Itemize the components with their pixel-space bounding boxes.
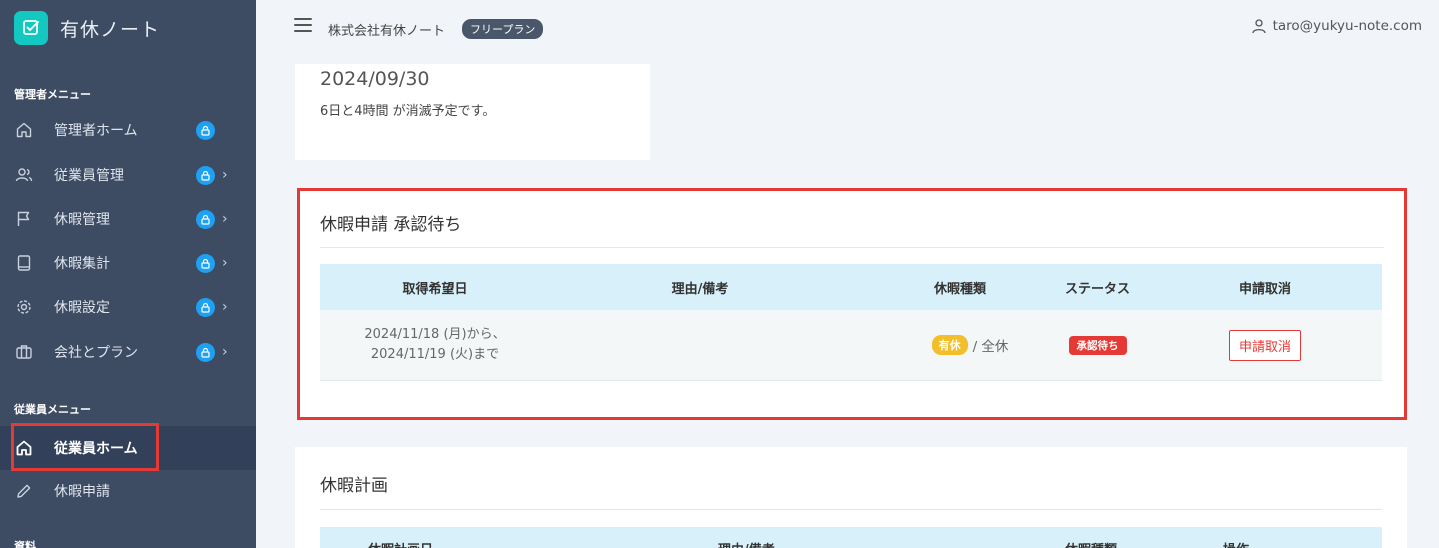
chevron-right-icon: › <box>222 211 228 227</box>
column-header: 休暇計画日 <box>368 539 433 548</box>
request-date-cell: 2024/11/18 (月)から、 2024/11/19 (火)まで <box>320 310 550 380</box>
home-icon <box>14 438 34 458</box>
sidebar-item-admin-home[interactable]: 管理者ホーム <box>0 108 256 152</box>
gear-icon <box>14 297 34 317</box>
column-header: 操作 <box>1223 539 1249 548</box>
pencil-icon <box>14 481 34 501</box>
admin-menu-label: 管理者メニュー <box>14 88 91 101</box>
date-to: 2024/11/19 (火)まで <box>370 347 500 362</box>
leave-type-text: / 全休 <box>972 339 1009 355</box>
user-icon <box>1251 19 1266 34</box>
sidebar-item-label: 休暇設定 <box>54 300 110 316</box>
column-header: 理由/備考 <box>671 281 729 297</box>
chevron-right-icon: › <box>222 344 228 360</box>
column-header: 申請取消 <box>1238 281 1291 297</box>
leave-type-badge: 有休 <box>931 335 968 355</box>
home-icon <box>14 120 34 140</box>
pending-approval-card: 休暇申請 承認待ち 取得希望日 理由/備考 休暇種類 ステータス 申請取消 20… <box>297 188 1407 420</box>
sidebar-item-label: 会社とプラン <box>54 345 138 361</box>
column-header: 休暇種類 <box>933 281 986 297</box>
sidebar-item-company-plan[interactable]: 会社とプラン › <box>0 330 256 374</box>
sidebar-item-leave-summary[interactable]: 休暇集計 › <box>0 241 256 285</box>
chevron-right-icon: › <box>222 255 228 271</box>
briefcase-icon <box>14 342 34 362</box>
plan-badge: フリープラン <box>462 19 544 39</box>
sidebar-item-leave-management[interactable]: 休暇管理 › <box>0 197 256 241</box>
sidebar-item-label: 休暇管理 <box>54 212 110 228</box>
column-header: 取得希望日 <box>402 281 468 297</box>
table-row: 2024/11/18 (月)から、 2024/11/19 (火)まで 有休 / … <box>320 310 1382 381</box>
sidebar-item-leave-settings[interactable]: 休暇設定 › <box>0 285 256 329</box>
chevron-right-icon: › <box>222 167 228 183</box>
employee-menu-label: 従業員メニュー <box>14 403 91 416</box>
lock-icon <box>196 342 215 362</box>
book-icon <box>14 253 34 273</box>
checkbox-logo-icon <box>14 11 48 45</box>
lock-icon <box>196 209 215 229</box>
lock-icon <box>196 253 215 273</box>
lock-icon <box>196 297 215 317</box>
flag-icon <box>14 209 34 229</box>
lock-icon <box>196 120 215 140</box>
cancel-request-button[interactable]: 申請取消 <box>1228 329 1301 361</box>
sidebar-item-employee-management[interactable]: 従業員管理 › <box>0 153 256 197</box>
topbar: 株式会社有休ノート フリープラン taro@yukyu-note.com <box>256 0 1439 60</box>
user-email: taro@yukyu-note.com <box>1272 18 1422 34</box>
divider <box>320 509 1382 510</box>
sidebar-item-label: 休暇申請 <box>54 484 110 500</box>
plan-table-header: 休暇計画日 理由/備考 休暇種類 操作 <box>320 527 1382 548</box>
menu-icon[interactable] <box>294 18 312 34</box>
chevron-right-icon: › <box>222 299 228 315</box>
pending-title: 休暇申請 承認待ち <box>320 215 462 235</box>
expire-card: 2024/09/30 6日と4時間 が消滅予定です。 <box>295 64 650 160</box>
divider <box>320 247 1384 248</box>
sidebar: 有休ノート 管理者メニュー 管理者ホーム 従業員管理 › 休暇管理 › 休暇集計… <box>0 0 256 548</box>
sidebar-item-label: 休暇集計 <box>54 256 110 272</box>
leave-plan-card: 休暇計画 休暇計画日 理由/備考 休暇種類 操作 <box>295 447 1407 548</box>
status-cell: 承認待ち <box>1020 310 1175 380</box>
cancel-cell: 申請取消 <box>1175 310 1355 380</box>
sidebar-item-employee-home[interactable]: 従業員ホーム <box>0 426 256 470</box>
expire-date: 2024/09/30 <box>320 68 430 90</box>
sidebar-item-leave-request[interactable]: 休暇申請 <box>0 469 256 513</box>
brand-name: 有休ノート <box>60 18 161 41</box>
date-from: 2024/11/18 (月)から、 <box>364 326 506 342</box>
expire-text: 6日と4時間 が消滅予定です。 <box>320 104 496 119</box>
users-icon <box>14 165 34 185</box>
sidebar-item-label: 従業員ホーム <box>54 441 138 457</box>
table-header: 取得希望日 理由/備考 休暇種類 ステータス 申請取消 <box>320 264 1382 310</box>
column-header: 休暇種類 <box>1065 539 1117 548</box>
company-name: 株式会社有休ノート <box>328 24 446 39</box>
plan-title: 休暇計画 <box>320 476 388 496</box>
reason-cell <box>550 310 850 380</box>
column-header: 理由/備考 <box>718 539 775 548</box>
resources-menu-label: 資料 <box>14 540 36 548</box>
user-menu[interactable]: taro@yukyu-note.com <box>1251 18 1422 34</box>
column-header: ステータス <box>1064 281 1130 297</box>
sidebar-item-label: 従業員管理 <box>54 168 124 184</box>
lock-icon <box>196 165 215 185</box>
status-badge: 承認待ち <box>1068 335 1127 355</box>
brand[interactable]: 有休ノート <box>14 10 160 46</box>
sidebar-item-label: 管理者ホーム <box>54 123 138 139</box>
